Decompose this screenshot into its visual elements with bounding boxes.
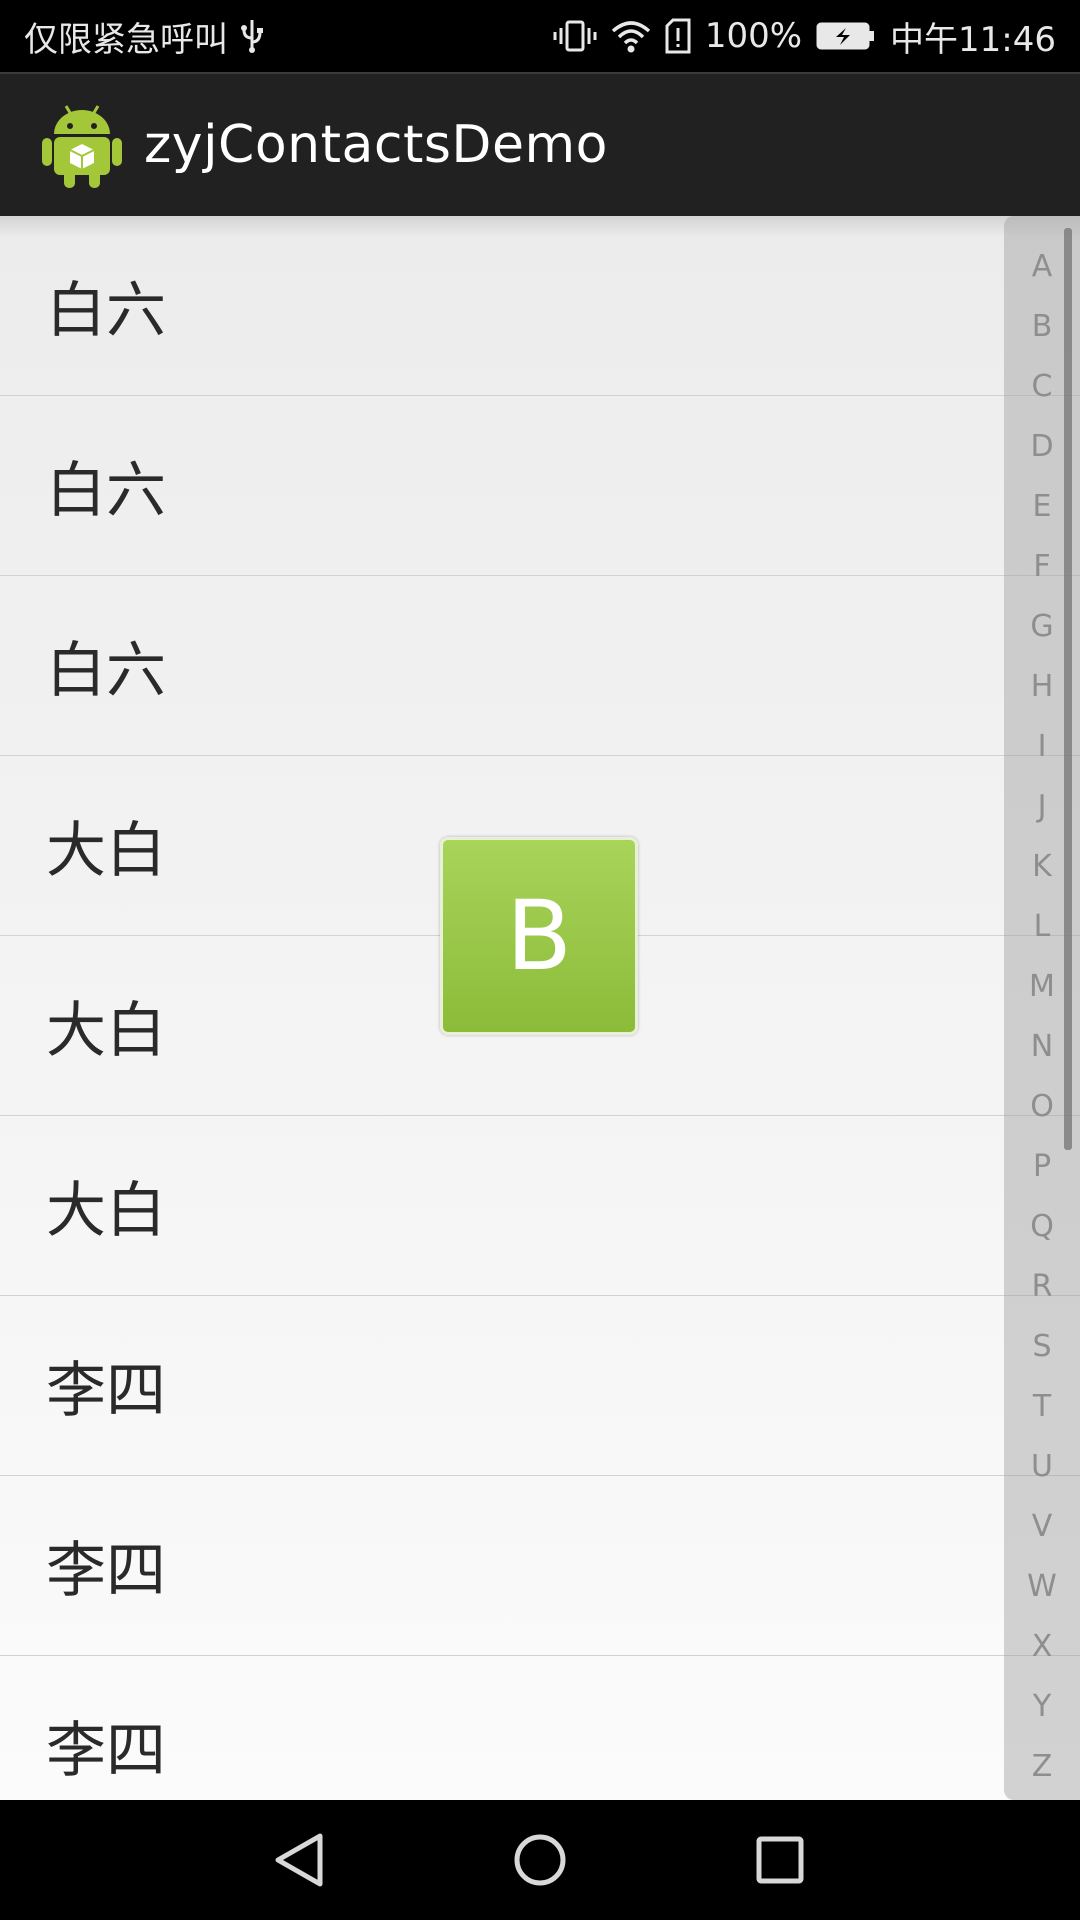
app-title: zyjContactsDemo — [144, 115, 608, 175]
contact-item[interactable]: 李四 — [0, 1476, 1080, 1656]
index-letter-list[interactable]: A B C D E F G H I J K L M N O P Q R S T … — [1004, 236, 1080, 1796]
index-letter[interactable]: O — [1004, 1076, 1080, 1136]
index-letter[interactable]: E — [1004, 476, 1080, 536]
index-letter[interactable]: S — [1004, 1316, 1080, 1376]
contact-name: 李四 — [46, 1536, 166, 1606]
status-right: 100% 中午11:46 — [553, 12, 1056, 61]
index-letter[interactable]: H — [1004, 656, 1080, 716]
contact-name: 李四 — [46, 1716, 166, 1786]
sim-alert-icon — [665, 18, 691, 54]
vibrate-icon — [553, 18, 597, 54]
index-letter[interactable]: J — [1004, 776, 1080, 836]
contact-name: 大白 — [46, 816, 166, 886]
carrier-text: 仅限紧急呼叫 — [24, 19, 228, 60]
index-letter[interactable]: N — [1004, 1016, 1080, 1076]
wifi-icon — [611, 19, 651, 53]
contact-name: 李四 — [46, 1356, 166, 1426]
index-letter[interactable]: U — [1004, 1436, 1080, 1496]
index-letter[interactable]: Y — [1004, 1676, 1080, 1736]
selected-letter-overlay: B — [440, 837, 638, 1035]
contact-item[interactable]: 白六 — [0, 216, 1080, 396]
status-bar: 仅限紧急呼叫 100% 中午11:46 — [0, 0, 1080, 72]
contact-item[interactable]: 李四 — [0, 1296, 1080, 1476]
home-icon[interactable] — [492, 1812, 588, 1908]
index-letter[interactable]: F — [1004, 536, 1080, 596]
contact-name: 白六 — [46, 636, 166, 706]
index-letter[interactable]: R — [1004, 1256, 1080, 1316]
contact-item[interactable]: 大白 — [0, 1116, 1080, 1296]
app-bar: zyjContactsDemo — [0, 72, 1080, 216]
contact-item[interactable]: 白六 — [0, 396, 1080, 576]
index-letter[interactable]: Q — [1004, 1196, 1080, 1256]
index-letter[interactable]: X — [1004, 1616, 1080, 1676]
alphabet-index-bar[interactable]: A B C D E F G H I J K L M N O P Q R S T … — [1004, 216, 1080, 1800]
screen: 仅限紧急呼叫 100% 中午11:46 zyjContactsDemo 白六 白… — [0, 0, 1080, 1920]
contact-item[interactable]: 李四 — [0, 1656, 1080, 1800]
index-letter[interactable]: P — [1004, 1136, 1080, 1196]
back-icon[interactable] — [252, 1812, 348, 1908]
index-letter[interactable]: B — [1004, 296, 1080, 356]
navigation-bar — [0, 1800, 1080, 1920]
contact-name: 白六 — [46, 276, 166, 346]
contact-name: 大白 — [46, 1176, 166, 1246]
index-letter[interactable]: I — [1004, 716, 1080, 776]
index-letter[interactable]: V — [1004, 1496, 1080, 1556]
android-robot-icon — [42, 100, 122, 190]
index-letter[interactable]: Z — [1004, 1736, 1080, 1796]
status-left: 仅限紧急呼叫 — [24, 12, 264, 61]
index-letter[interactable]: T — [1004, 1376, 1080, 1436]
index-letter[interactable]: A — [1004, 236, 1080, 296]
battery-percent: 100% — [704, 16, 803, 56]
contact-name: 大白 — [46, 996, 166, 1066]
recents-icon[interactable] — [732, 1812, 828, 1908]
index-letter[interactable]: W — [1004, 1556, 1080, 1616]
battery-charging-icon — [816, 21, 876, 51]
index-letter[interactable]: G — [1004, 596, 1080, 656]
clock: 中午11:46 — [890, 19, 1056, 60]
index-letter[interactable]: D — [1004, 416, 1080, 476]
contact-name: 白六 — [46, 456, 166, 526]
index-letter[interactable]: K — [1004, 836, 1080, 896]
usb-icon — [240, 18, 264, 54]
index-letter[interactable]: C — [1004, 356, 1080, 416]
index-letter[interactable]: M — [1004, 956, 1080, 1016]
index-letter[interactable]: L — [1004, 896, 1080, 956]
contact-item[interactable]: 白六 — [0, 576, 1080, 756]
